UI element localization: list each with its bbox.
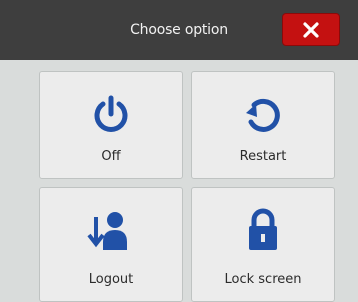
choose-option-dialog: Choose option Off Restart Logout Lock sc… — [0, 0, 358, 302]
options-grid: Off Restart Logout Lock screen — [0, 60, 358, 302]
lock-screen-label: Lock screen — [224, 272, 302, 287]
restart-label: Restart — [239, 149, 287, 164]
power-icon — [40, 92, 182, 136]
title-bar: Choose option — [0, 0, 358, 60]
lock-screen-button[interactable]: Lock screen — [191, 187, 335, 302]
close-icon — [302, 21, 320, 39]
off-label: Off — [101, 149, 121, 164]
logout-icon — [40, 208, 182, 252]
off-button[interactable]: Off — [39, 71, 183, 179]
logout-label: Logout — [88, 272, 134, 287]
logout-button[interactable]: Logout — [39, 187, 183, 302]
close-button[interactable] — [282, 13, 340, 46]
restart-button[interactable]: Restart — [191, 71, 335, 179]
restart-icon — [192, 92, 334, 136]
lock-icon — [192, 208, 334, 252]
